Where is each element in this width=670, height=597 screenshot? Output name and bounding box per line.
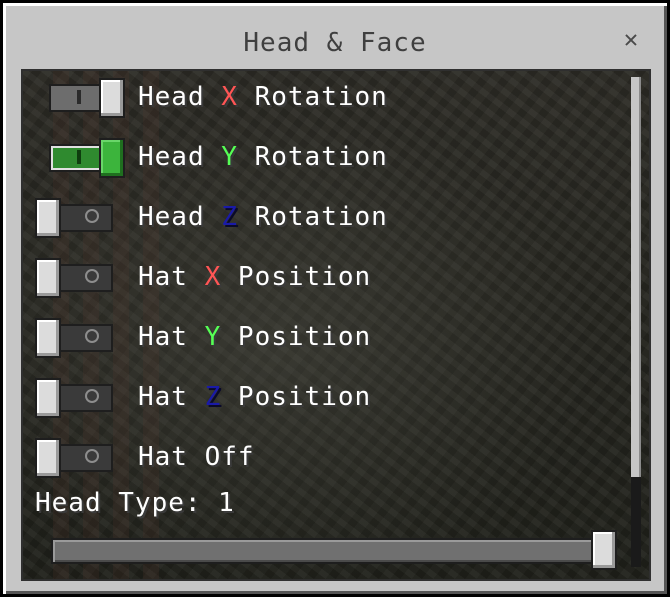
slider-track [51, 538, 617, 564]
toggle-state-icon [77, 90, 81, 104]
label-suffix: Rotation [237, 142, 388, 172]
options-list: Head X Rotation Head Y Rotation Head Z Rot… [21, 69, 651, 581]
label-suffix: Rotation [237, 202, 388, 232]
dialog-title: Head & Face [243, 28, 427, 58]
toggle-state-icon [85, 389, 99, 403]
toggle-label: Head X Rotation [138, 75, 388, 119]
label-prefix: Hat [138, 382, 205, 412]
scrollbar-thumb[interactable] [631, 77, 641, 477]
label-suffix: Position [221, 262, 372, 292]
axis-letter: Y [221, 142, 238, 172]
toggle-state-icon [85, 269, 99, 283]
toggle-label: Head Z Rotation [138, 195, 388, 239]
label-prefix: Head [138, 202, 222, 232]
close-icon[interactable]: ✕ [617, 25, 645, 53]
toggle-state-icon [77, 150, 81, 164]
toggle-row: Head Z Rotation [23, 195, 623, 239]
toggle-label: Hat Z Position [138, 375, 371, 419]
toggle-switch[interactable] [35, 198, 113, 238]
toggle-label: Hat Y Position [138, 315, 371, 359]
toggle-switch[interactable] [49, 78, 125, 118]
toggle-state-icon [85, 329, 99, 343]
toggle-label: Head Y Rotation [138, 135, 388, 179]
head-type-label: Head Type: 1 [35, 488, 235, 518]
toggle-knob [35, 198, 61, 238]
toggle-knob [35, 318, 61, 358]
toggle-knob [35, 438, 61, 478]
toggle-row: Hat Off [23, 435, 623, 479]
label-prefix: Head [138, 142, 222, 172]
dialog-panel: Head & Face ✕ Head X Rotation Head Y Rota… [0, 0, 670, 597]
toggle-row: Head X Rotation [23, 75, 623, 119]
label-prefix: Hat Off [138, 442, 255, 472]
axis-letter: X [204, 262, 222, 292]
toggle-switch[interactable] [49, 138, 125, 178]
toggle-switch[interactable] [35, 318, 113, 358]
axis-letter: X [221, 82, 238, 112]
label-suffix: Rotation [237, 82, 388, 112]
axis-letter: Y [204, 322, 222, 352]
toggle-knob [35, 258, 61, 298]
label-prefix: Hat [138, 262, 205, 292]
toggle-state-icon [85, 209, 99, 223]
label-prefix: Head [138, 82, 222, 112]
toggle-row: Head Y Rotation [23, 135, 623, 179]
toggle-switch[interactable] [35, 258, 113, 298]
toggle-row: Hat Y Position [23, 315, 623, 359]
head-type-slider[interactable] [51, 530, 617, 570]
axis-letter: Z [204, 382, 222, 412]
slider-knob[interactable] [591, 530, 617, 570]
toggle-switch[interactable] [35, 438, 113, 478]
scrollbar[interactable] [631, 77, 641, 567]
toggle-row: Hat X Position [23, 255, 623, 299]
toggle-state-icon [85, 449, 99, 463]
toggle-knob [99, 78, 125, 118]
toggle-switch[interactable] [35, 378, 113, 418]
toggle-label: Hat X Position [138, 255, 371, 299]
label-prefix: Hat [138, 322, 205, 352]
toggle-label: Hat Off [138, 435, 255, 479]
axis-letter: Z [221, 202, 238, 232]
toggle-knob [35, 378, 61, 418]
toggle-row: Hat Z Position [23, 375, 623, 419]
label-suffix: Position [221, 322, 372, 352]
label-suffix: Position [221, 382, 372, 412]
toggle-knob [99, 138, 125, 178]
